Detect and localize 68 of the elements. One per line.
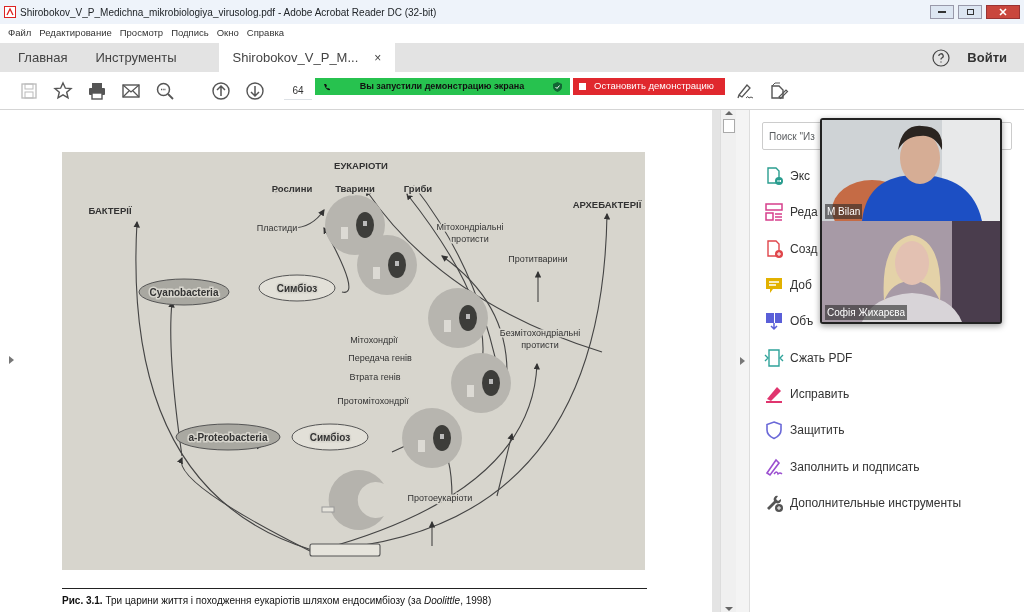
minimize-button[interactable] [930,5,954,19]
help-icon[interactable] [932,48,951,67]
diagram-label: АРХЕБАКТЕРІЇ [572,199,642,210]
tool-item[interactable]: Защитить [762,412,845,449]
diagram-label: Протитварини [508,254,568,264]
tab-label[interactable]: Shirobokov_V_P_M... [232,47,359,68]
tool-item[interactable]: Сжать PDF [762,339,853,376]
tool-item[interactable]: Созд [762,230,818,267]
menu-item[interactable]: Окно [216,26,239,41]
diagram-label: Втрата генів [349,372,401,382]
cell-drawing [321,470,384,530]
diagram-label: Рослини [271,183,313,194]
combine-files-icon [764,311,784,332]
tool-item[interactable]: Исправить [762,375,850,413]
collapse-arrow-icon[interactable] [9,356,14,364]
signature-pen-icon [764,456,784,477]
participant-name: Софія Жихарєва [825,305,908,320]
tool-item[interactable]: Экс [762,158,810,195]
node-ellipse: Симбіоз [258,274,336,302]
export-pdf-icon [764,166,784,187]
scrollbar[interactable] [720,110,736,612]
close-icon [999,8,1007,16]
stop-sharing-button[interactable]: Остановить демонстрацию [573,78,725,95]
node-ellipse: Симбіоз [291,423,369,451]
tool-item[interactable]: Заполнить и подписать [762,448,920,485]
menu-item[interactable]: Просмотр [119,26,164,41]
window-title: Shirobokov_V_P_Medichna_mikrobiologiya_virusolog.pdf - Adobe Acrobat Reader DC (32-bit) [20,5,437,20]
cell-drawing [357,235,417,295]
cell-drawing [451,353,511,413]
phone-icon [323,82,331,91]
share-status-text: Вы запустили демонстрацию экрана [359,79,525,93]
tool-item[interactable]: Объ [762,303,814,340]
node-ellipse: a-Proteobacteria [175,423,281,451]
participant-name: M Bilan [825,204,863,219]
close-tab-button[interactable]: × [374,48,382,67]
scroll-down-icon[interactable] [724,606,733,612]
sign-in-link[interactable]: Войти [966,46,1008,69]
figure-caption: Рис. 3.1. Три царини життя і походження еукаріотів шляхом ендосимбіозу (за Doolittle, 1998) [62,588,647,608]
cell-drawing [428,288,488,348]
menu-item[interactable]: Файл [8,26,32,41]
cell-drawing [402,408,462,468]
close-button[interactable] [986,5,1020,19]
tool-item[interactable]: Доб [762,266,812,304]
node-ellipse: Cyanobacteria [138,278,230,306]
create-pdf-icon [764,238,784,259]
diagram-label: Передача генів [348,353,412,363]
diagram-label: ЕУКАРІОТИ [334,160,388,171]
scroll-thumb[interactable] [722,119,735,133]
tab[interactable]: Shirobokov_V_P_M... × [218,43,396,72]
tab[interactable]: Главная [4,43,82,72]
menu-item[interactable]: Подпись [171,26,209,41]
compress-icon [764,347,784,368]
diagram-label: Мітохондрії [350,335,398,345]
pdf-icon [4,6,16,18]
diagram-label: БАКТЕРІЇ [88,205,132,216]
menu-item[interactable]: Справка [246,26,285,41]
shield-icon [764,420,784,441]
tool-item[interactable]: Дополнительные инструменты [762,484,962,521]
layout-icon [764,202,784,223]
diagram-label: Протомітохондрії [337,396,409,406]
diagram-label: Пластиди [256,223,298,233]
restore-button[interactable] [958,5,982,19]
tab[interactable]: Инструменты [81,43,191,72]
diagram-label: Тварини [335,183,375,194]
expand-arrow-icon[interactable] [740,357,745,365]
shield-icon [553,81,562,92]
tool-item[interactable]: Реда [762,194,818,231]
menu-item[interactable]: Редактирование [39,26,112,41]
